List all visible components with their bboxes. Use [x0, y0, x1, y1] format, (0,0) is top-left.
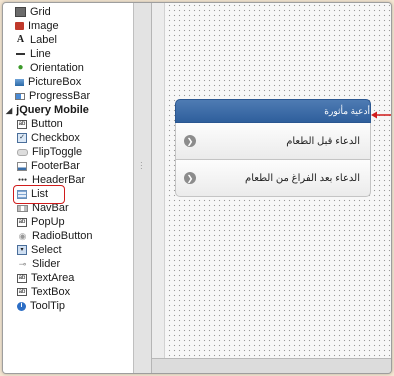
chevron-right-icon: ❯: [184, 135, 196, 147]
navbar-icon: [17, 204, 28, 212]
toolbox-item-label: Line: [30, 48, 51, 60]
toolbox-item-label: Checkbox: [31, 132, 80, 144]
picturebox-icon: [15, 78, 24, 86]
splitter-grip-icon: · · ·: [140, 158, 143, 173]
footerbar-icon: [17, 161, 27, 171]
toolbox-item-label: PopUp: [31, 216, 65, 228]
toolbox-item-line[interactable]: Line: [15, 47, 145, 61]
red-pointer-arrow-icon: [371, 111, 391, 119]
toolbox-item-label: Select: [31, 244, 62, 256]
progressbar-icon: [15, 92, 25, 100]
tooltip-icon: i: [17, 301, 26, 311]
toolbox-item-progressbar[interactable]: ProgressBar: [15, 89, 145, 103]
image-icon: [15, 22, 24, 30]
jq-listview[interactable]: أدعية مأثورة ❯ الدعاء قبل الطعام ❯ الدعا…: [175, 99, 371, 197]
textbox-icon: ab: [17, 288, 27, 296]
toolbox-item-label: ProgressBar: [29, 90, 91, 102]
toolbox-item-label: PictureBox: [28, 76, 82, 88]
toolbox-item-label: FlipToggle: [32, 146, 83, 158]
canvas-margin: [152, 3, 165, 358]
toolbox-item-textarea[interactable]: ab TextArea: [17, 271, 147, 285]
fliptoggle-icon: [17, 148, 28, 156]
checkbox-icon: ✓: [17, 133, 27, 143]
toolbox-item-button[interactable]: ab Button: [17, 117, 147, 131]
toolbox-item-label: FooterBar: [31, 160, 80, 172]
chevron-right-icon: ❯: [184, 172, 196, 184]
slider-icon: ⊸: [18, 259, 27, 269]
horizontal-scrollbar[interactable]: [152, 358, 391, 373]
toolbox-item-label: ToolTip: [30, 300, 66, 312]
toolbox-item-label[interactable]: A Label: [15, 33, 145, 47]
toolbox-item-slider[interactable]: ⊸ Slider: [17, 257, 147, 271]
toolbox-item-label: TextArea: [31, 272, 75, 284]
toolbox-item-label: Grid: [30, 6, 51, 18]
popup-icon: ab: [17, 217, 27, 227]
collapse-arrow-icon: ◢: [6, 105, 13, 115]
toolbox-item-tooltip[interactable]: i ToolTip: [17, 299, 147, 313]
label-icon: A: [16, 34, 25, 45]
toolbox-item-textbox[interactable]: ab TextBox: [17, 285, 147, 299]
toolbox-item-label: Orientation: [30, 62, 84, 74]
radiobutton-icon: ◉: [18, 231, 27, 241]
toolbox-item-image[interactable]: Image: [15, 19, 145, 33]
toolbox-group-label: jQuery Mobile: [16, 104, 89, 116]
toolbox-item-select[interactable]: ▾ Select: [17, 243, 147, 257]
toolbox-item-label: Button: [31, 118, 63, 130]
toolbox-item-label: Image: [28, 20, 59, 32]
toolbox-splitter[interactable]: · · ·: [134, 3, 152, 373]
toolbox-item-radiobutton[interactable]: ◉ RadioButton: [17, 229, 147, 243]
toolbox-item-label: Label: [30, 34, 57, 46]
list-divider[interactable]: أدعية مأثورة: [175, 99, 371, 123]
toolbox-item-label: Slider: [32, 258, 61, 270]
toolbox-group-jquery-mobile[interactable]: ◢ jQuery Mobile: [6, 103, 89, 117]
toolbox-item-fliptoggle[interactable]: FlipToggle: [17, 145, 147, 159]
list-item[interactable]: ❯ الدعاء قبل الطعام: [175, 123, 371, 160]
toolbox-item-orientation[interactable]: ● Orientation: [15, 61, 145, 75]
line-icon: [15, 49, 26, 59]
textarea-icon: ab: [17, 273, 27, 283]
toolbox-item-label: RadioButton: [32, 230, 93, 242]
toolbox-item-grid[interactable]: Grid: [15, 5, 145, 19]
select-icon: ▾: [17, 245, 27, 255]
toolbox-item-checkbox[interactable]: ✓ Checkbox: [17, 131, 147, 145]
list-item[interactable]: ❯ الدعاء بعد الفراغ من الطعام: [175, 160, 371, 197]
button-icon: ab: [17, 119, 27, 129]
list-item-label: الدعاء بعد الفراغ من الطعام: [245, 172, 360, 184]
toolbox-item-popup[interactable]: ab PopUp: [17, 215, 147, 229]
designer-window: Grid Image A Label Line ● Orientation Pi…: [2, 2, 392, 374]
headerbar-icon: ●●●: [17, 177, 28, 183]
toolbox-item-footerbar[interactable]: FooterBar: [17, 159, 147, 173]
toolbox-item-picturebox[interactable]: PictureBox: [15, 75, 145, 89]
list-divider-label: أدعية مأثورة: [324, 105, 370, 116]
toolbox-item-label: TextBox: [31, 286, 71, 298]
orientation-icon: ●: [17, 62, 24, 73]
grid-icon: [15, 7, 26, 17]
list-item-label: الدعاء قبل الطعام: [286, 135, 360, 147]
list-highlight-box: [13, 185, 65, 204]
